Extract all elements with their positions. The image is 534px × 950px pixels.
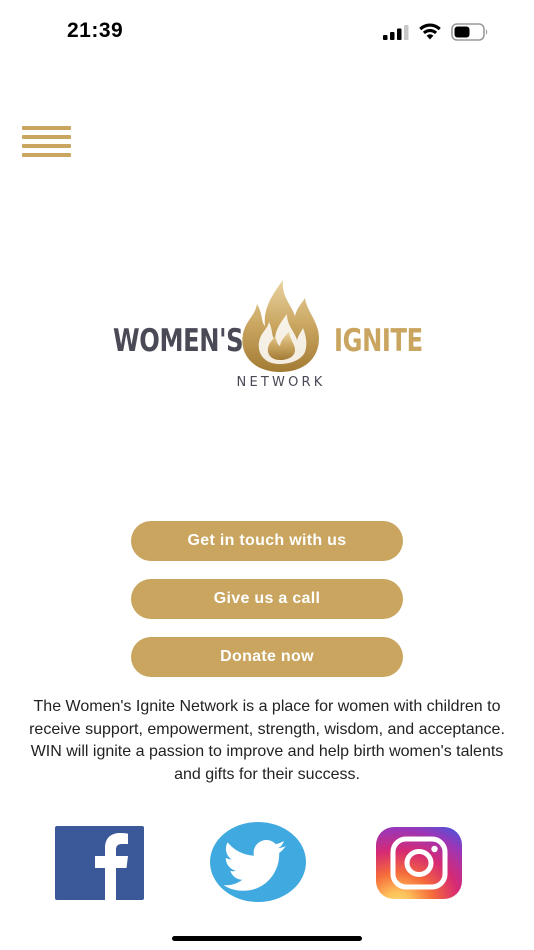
- menu-line: [22, 126, 71, 130]
- twitter-icon: [210, 822, 306, 902]
- facebook-link[interactable]: [55, 826, 144, 900]
- cellular-signal-icon: [383, 25, 409, 40]
- flame-icon: [242, 280, 319, 372]
- twitter-link[interactable]: [210, 822, 306, 902]
- logo-subtitle: NETWORK: [236, 375, 326, 390]
- menu-line: [22, 135, 71, 139]
- about-description: The Women's Ignite Network is a place fo…: [29, 698, 505, 783]
- logo-word-ignite: IGNITE: [334, 323, 423, 359]
- instagram-icon: [376, 827, 462, 899]
- facebook-icon: [55, 826, 144, 900]
- home-indicator[interactable]: [172, 936, 362, 941]
- hamburger-menu-button[interactable]: [22, 126, 72, 160]
- status-bar: 21:39: [0, 0, 534, 60]
- status-time: 21:39: [67, 19, 124, 42]
- logo-word-womens: WOMEN'S: [113, 323, 244, 359]
- instagram-link[interactable]: [376, 827, 462, 899]
- brand-logo: WOMEN'S IGNITE NETWORK: [108, 272, 428, 394]
- battery-icon: [451, 23, 488, 41]
- menu-line: [22, 153, 71, 157]
- menu-line: [22, 144, 71, 148]
- wifi-icon: [419, 23, 441, 40]
- donate-button[interactable]: Donate now: [131, 637, 403, 677]
- get-in-touch-button[interactable]: Get in touch with us: [131, 521, 403, 561]
- call-us-button[interactable]: Give us a call: [131, 579, 403, 619]
